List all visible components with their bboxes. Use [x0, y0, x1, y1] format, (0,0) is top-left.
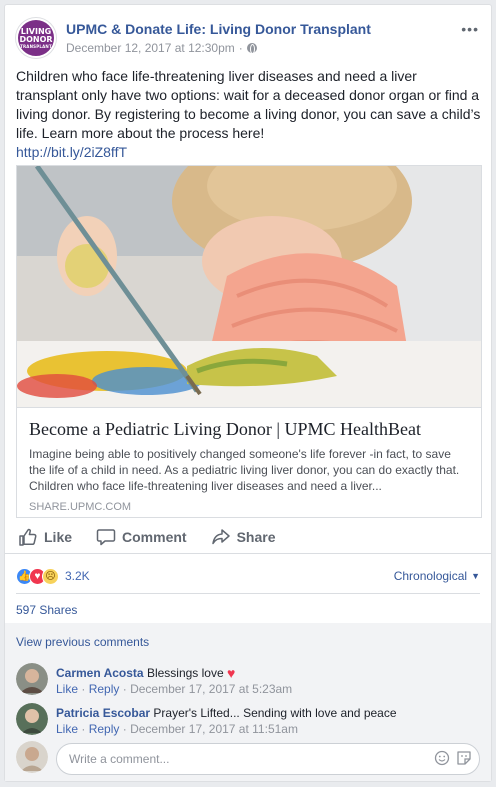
view-previous-comments-link[interactable]: View previous comments	[16, 635, 149, 649]
current-user-avatar	[16, 741, 48, 773]
comment-icon	[96, 529, 116, 546]
reactions-summary: 👍 ♥ ☹ 3.2K Chronological ▼	[16, 563, 480, 589]
post-meta: December 12, 2017 at 12:30pm ·	[66, 41, 257, 55]
post-header: LIVING DONOR TRANSPLANT UPMC & Donate Li…	[16, 18, 481, 62]
comment-meta: Like · Reply · December 17, 2017 at 5:23…	[56, 681, 292, 697]
reaction-count[interactable]: 3.2K	[65, 569, 90, 583]
reaction-icons[interactable]: 👍 ♥ ☹	[16, 567, 59, 585]
attachment-image[interactable]	[17, 166, 481, 407]
logo-line-2: DONOR	[19, 34, 53, 44]
comment-button[interactable]: Comment	[96, 527, 187, 547]
page-name-link[interactable]: UPMC & Donate Life: Living Donor Transpl…	[66, 21, 371, 37]
comment-button-label: Comment	[122, 529, 187, 545]
comment-time[interactable]: December 17, 2017 at 5:23am	[130, 682, 292, 696]
meta-separator: ·	[238, 41, 243, 55]
comment-body: Carmen Acosta Blessings love ♥ Like · Re…	[56, 665, 292, 697]
comment-order-label: Chronological	[393, 569, 468, 583]
meta-separator: ·	[122, 682, 127, 696]
comment-like-link[interactable]: Like	[56, 722, 78, 736]
emoji-icon[interactable]	[434, 750, 450, 766]
share-button-label: Share	[236, 529, 276, 545]
shares-count-link[interactable]: 597 Shares	[16, 603, 77, 617]
comment-order-dropdown[interactable]: Chronological ▼	[394, 569, 480, 583]
share-icon	[211, 529, 230, 545]
meta-separator: ·	[122, 722, 127, 736]
post-timestamp[interactable]: December 12, 2017 at 12:30pm	[66, 41, 235, 55]
like-button[interactable]: Like	[18, 527, 72, 547]
share-button[interactable]: Share	[211, 527, 276, 547]
reactions-divider	[16, 593, 480, 594]
comment-item: Patricia Escobar Prayer's Lifted... Send…	[16, 703, 480, 739]
comment-input[interactable]: Write a comment...	[56, 743, 480, 775]
attachment-description: Imagine being able to positively changed…	[29, 447, 460, 493]
comment-meta: Like · Reply · December 17, 2017 at 11:5…	[56, 721, 397, 737]
comment-item: Carmen Acosta Blessings love ♥ Like · Re…	[16, 663, 480, 699]
post-short-link[interactable]: http://bit.ly/2iZ8ffT	[16, 143, 482, 162]
attachment-title[interactable]: Become a Pediatric Living Donor | UPMC H…	[29, 418, 469, 440]
caret-down-icon: ▼	[471, 571, 480, 581]
comment-reply-link[interactable]: Reply	[89, 682, 120, 696]
comment-like-link[interactable]: Like	[56, 682, 78, 696]
meta-separator: ·	[81, 722, 86, 736]
write-comment-row: Write a comment...	[16, 741, 480, 777]
commenter-name[interactable]: Carmen Acosta	[56, 666, 144, 680]
commenter-avatar[interactable]	[16, 663, 48, 695]
globe-icon[interactable]	[246, 43, 257, 54]
comment-text: Prayer's Lifted... Sending with love and…	[153, 706, 397, 720]
child-painting-image	[17, 166, 481, 407]
comment-time[interactable]: December 17, 2017 at 11:51am	[130, 722, 298, 736]
logo-line-3: TRANSPLANT	[20, 43, 52, 49]
link-attachment[interactable]: Become a Pediatric Living Donor | UPMC H…	[16, 165, 482, 518]
post-message-text: Children who face life-threatening liver…	[16, 68, 481, 141]
sticker-icon[interactable]	[456, 750, 472, 766]
heart-emoji-icon: ♥	[227, 665, 236, 681]
page-avatar[interactable]: LIVING DONOR TRANSPLANT	[16, 18, 56, 58]
thumbs-up-icon	[19, 528, 37, 546]
comment-text: Blessings love	[146, 666, 224, 680]
actions-divider	[5, 553, 491, 554]
post-actions: Like Comment Share	[16, 521, 480, 553]
sad-reaction-icon: ☹	[42, 567, 59, 585]
comments-section: View previous comments Carmen Acosta Ble…	[5, 623, 491, 781]
comment-body: Patricia Escobar Prayer's Lifted... Send…	[56, 705, 397, 737]
attachment-domain: SHARE.UPMC.COM	[29, 501, 132, 513]
commenter-avatar[interactable]	[16, 703, 48, 735]
more-options-icon[interactable]: •••	[461, 21, 479, 37]
meta-separator: ·	[81, 682, 86, 696]
like-button-label: Like	[44, 529, 73, 545]
post-message: Children who face life-threatening liver…	[16, 67, 482, 162]
post-card: LIVING DONOR TRANSPLANT UPMC & Donate Li…	[4, 4, 492, 782]
comment-reply-link[interactable]: Reply	[89, 722, 120, 736]
attachment-text[interactable]: Become a Pediatric Living Donor | UPMC H…	[17, 407, 481, 517]
commenter-name[interactable]: Patricia Escobar	[56, 706, 150, 720]
